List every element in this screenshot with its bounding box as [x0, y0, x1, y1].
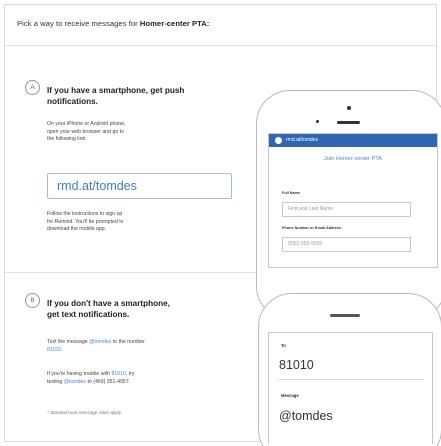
sms-to-label: To [281, 343, 286, 348]
short-code-number: 81010. [47, 346, 63, 353]
sms-message-label: Message [281, 393, 299, 398]
keyword-code: @tomdes [89, 339, 112, 345]
section-a-badge: A [25, 80, 40, 95]
sms-to-value: 81010 [279, 358, 314, 372]
contact-label: Phone Number or Email Address [282, 226, 342, 230]
phone-camera [347, 106, 351, 110]
phone-sms-screen: To 81010 Message @tomdes [268, 332, 433, 444]
section-b-trouble-text: If you're having trouble with 81010, try… [47, 371, 135, 385]
browser-address-bar: rmd.at/tomdes [269, 134, 437, 147]
full-name-label: Full Name [282, 191, 301, 195]
section-a-title: If you have a smartphone, get push notif… [47, 86, 185, 106]
phone-speaker [337, 121, 360, 124]
section-b-text-instructions: Text the message @tomdes to the number 8… [47, 339, 145, 353]
divider [277, 379, 424, 380]
phone-browser-screen: rmd.at/tomdes Join Homer-center PTA Full… [268, 133, 438, 268]
remind-logo-icon [275, 137, 282, 144]
page-title: Pick a way to receive messages for Homer… [17, 19, 210, 28]
join-title: Join Homer-center PTA [323, 156, 383, 162]
divider [5, 45, 436, 46]
rates-footnote: * Standard text message rates apply. [47, 410, 122, 415]
sms-message-value: @tomdes [279, 409, 333, 423]
group-name: Homer-center PTA: [139, 19, 210, 28]
contact-input[interactable]: (555) 555-5555 [282, 237, 411, 252]
section-b-title: If you don't have a smartphone, get text… [47, 299, 170, 319]
section-a-instructions: On your iPhone or Android phone, open yo… [47, 121, 126, 143]
phone-speaker [330, 314, 360, 317]
phone-sensor [316, 120, 319, 123]
browser-url: rmd.at/tomdes [286, 137, 318, 143]
full-name-input[interactable]: First and Last Name [282, 202, 411, 217]
section-a-follow-text: Follow the instructions to sign up for R… [47, 211, 124, 233]
signup-link[interactable]: rmd.at/tomdes [47, 173, 232, 199]
section-b-badge: B [25, 293, 40, 308]
